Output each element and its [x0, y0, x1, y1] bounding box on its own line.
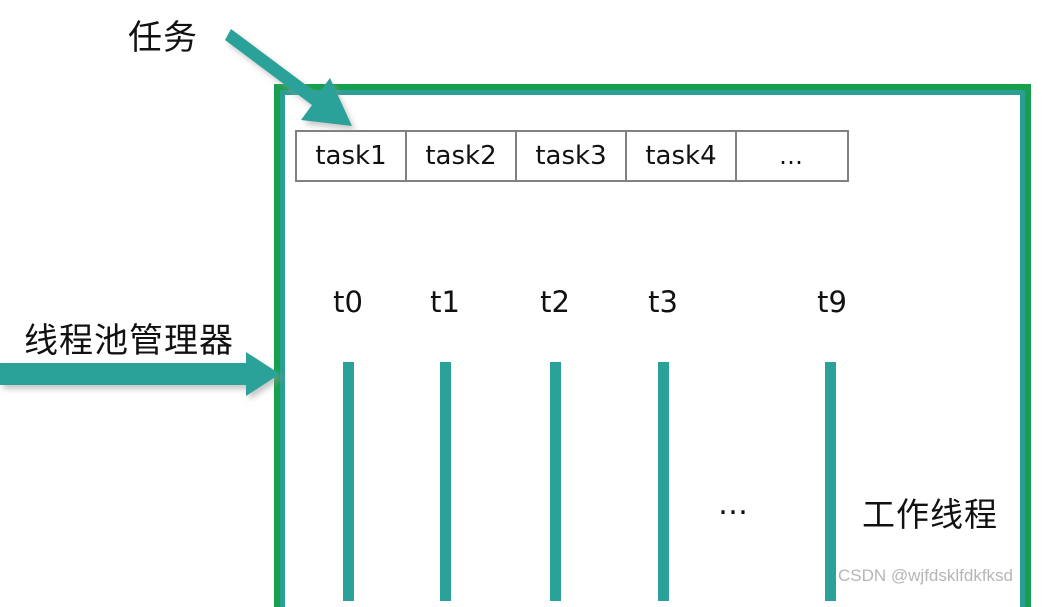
task-queue-table: task1 task2 task3 task4 … [295, 130, 849, 182]
watermark-text: CSDN @wjfdsklfdkfksd [838, 566, 1014, 585]
thread-bar-t9 [825, 362, 836, 601]
thread-label-t3: t3 [648, 285, 678, 319]
thread-bar-t3 [658, 362, 669, 601]
thread-bar-t0 [343, 362, 354, 601]
task-queue-cell: task1 [297, 132, 407, 180]
thread-bar-t1 [440, 362, 451, 601]
task-queue-cell: task3 [517, 132, 627, 180]
thread-pool-manager-annotation-label: 线程池管理器 [24, 321, 234, 361]
worker-thread-caption: 工作线程 [862, 495, 998, 534]
thread-bar-t2 [550, 362, 561, 601]
task-queue-cell: task2 [407, 132, 517, 180]
task-queue-cell-ellipsis: … [779, 142, 805, 170]
task-annotation-label: 任务 [128, 18, 198, 58]
thread-label-t2: t2 [540, 285, 570, 319]
task-queue-cell: task4 [627, 132, 737, 180]
thread-bar-ellipsis: … [718, 487, 751, 522]
thread-label-t0: t0 [333, 285, 363, 319]
thread-label-t1: t1 [430, 285, 460, 319]
thread-label-t9: t9 [817, 285, 847, 319]
diagram-canvas: task1 task2 task3 task4 … t0 t1 t2 t3 t9… [0, 0, 1047, 607]
